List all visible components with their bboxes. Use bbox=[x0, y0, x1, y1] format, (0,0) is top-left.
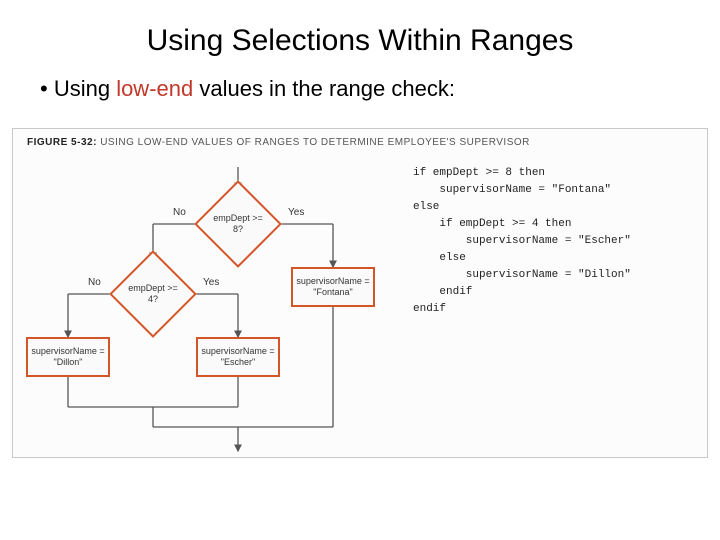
decision-2-label: empDept >= 4? bbox=[124, 283, 182, 305]
edge-no-2: No bbox=[88, 277, 101, 288]
edge-yes-2: Yes bbox=[203, 277, 219, 288]
box-escher: supervisorName = "Escher" bbox=[196, 337, 280, 377]
bullet-line: • Using low-end values in the range chec… bbox=[0, 58, 720, 102]
flowchart: empDept >= 8? Yes No empDept >= 4? Yes N… bbox=[13, 159, 413, 459]
bullet-highlight: low-end bbox=[116, 76, 193, 101]
figure-label: FIGURE 5-32: bbox=[27, 137, 97, 148]
decision-1-label: empDept >= 8? bbox=[209, 213, 267, 235]
bullet-prefix: Using bbox=[54, 76, 116, 101]
figure-caption-text: USING LOW-END VALUES OF RANGES TO DETERM… bbox=[100, 137, 530, 148]
edge-yes-1: Yes bbox=[288, 207, 304, 218]
pseudocode-block: if empDept >= 8 then supervisorName = "F… bbox=[413, 165, 703, 318]
edge-no-1: No bbox=[173, 207, 186, 218]
figure-box: FIGURE 5-32: USING LOW-END VALUES OF RAN… bbox=[12, 128, 708, 458]
box-fontana: supervisorName = "Fontana" bbox=[291, 267, 375, 307]
box-dillon: supervisorName = "Dillon" bbox=[26, 337, 110, 377]
bullet-suffix: values in the range check: bbox=[193, 76, 455, 101]
figure-caption: FIGURE 5-32: USING LOW-END VALUES OF RAN… bbox=[27, 137, 530, 148]
page-title: Using Selections Within Ranges bbox=[0, 0, 720, 58]
